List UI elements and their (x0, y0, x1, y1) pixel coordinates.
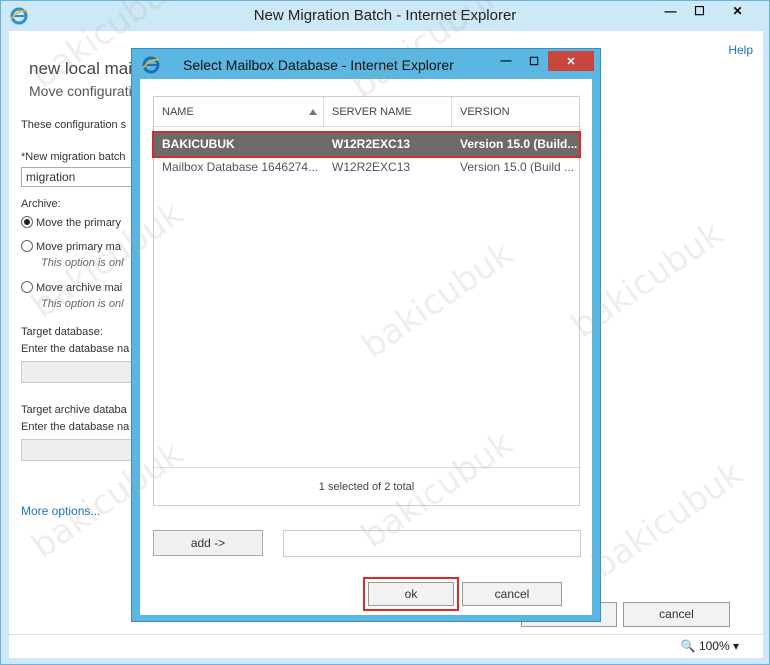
table-row[interactable]: Mailbox Database 1646274... W12R2EXC13 V… (154, 156, 579, 179)
add-button[interactable]: add -> (153, 530, 263, 556)
column-header-server[interactable]: SERVER NAME (324, 97, 452, 127)
close-button[interactable]: ✕ (714, 1, 761, 21)
radio-icon (21, 281, 33, 293)
cell-version: Version 15.0 (Build ... (460, 160, 575, 174)
table-row[interactable]: BAKICUBUK W12R2EXC13 Version 15.0 (Build… (152, 131, 581, 158)
dialog-minimize-button[interactable]: — (492, 51, 520, 71)
cell-server: W12R2EXC13 (332, 160, 411, 174)
cell-server: W12R2EXC13 (332, 137, 411, 151)
column-header-version[interactable]: VERSION (452, 97, 579, 127)
page-title: new local mai (29, 59, 132, 78)
zoom-control[interactable]: 🔍 100% ▾ (681, 639, 739, 653)
option-note: This option is onl (41, 298, 124, 310)
target-archive-label: Target archive databa (21, 404, 127, 416)
internet-explorer-icon (142, 56, 160, 77)
radio-move-archive[interactable]: Move archive mai (21, 281, 122, 294)
outer-title-bar: New Migration Batch - Internet Explorer … (1, 1, 769, 31)
radio-label: Move archive mai (36, 282, 123, 294)
radio-icon (21, 240, 33, 252)
archive-label: Archive: (21, 198, 61, 210)
dialog-title: Select Mailbox Database - Internet Explo… (183, 57, 454, 73)
page-subtitle: Move configurati (29, 83, 132, 99)
dialog-maximize-button[interactable]: ☐ (520, 51, 548, 71)
minimize-button[interactable]: — (656, 1, 685, 21)
maximize-button[interactable]: ☐ (685, 1, 714, 21)
zoom-level: 100% (698, 639, 730, 653)
status-bar: 🔍 100% ▾ (9, 634, 763, 658)
radio-move-primary[interactable]: Move the primary (21, 216, 121, 229)
radio-icon (21, 216, 33, 228)
table-header: NAME SERVER NAME VERSION (154, 97, 579, 127)
batch-name-label: *New migration batch (21, 151, 126, 163)
target-db-label: Target database: (21, 326, 103, 338)
select-mailbox-database-dialog: Select Mailbox Database - Internet Explo… (131, 48, 601, 622)
cancel-button[interactable]: cancel (623, 602, 730, 627)
cell-name: BAKICUBUK (162, 137, 235, 151)
dialog-body: NAME SERVER NAME VERSION BAKICUBUK W12R2… (140, 79, 592, 615)
target-db-hint: Enter the database na (21, 343, 130, 355)
column-header-name[interactable]: NAME (154, 97, 324, 127)
outer-window-title: New Migration Batch - Internet Explorer (253, 7, 517, 24)
database-table: NAME SERVER NAME VERSION BAKICUBUK W12R2… (152, 96, 581, 506)
radio-label: Move primary ma (36, 241, 121, 253)
column-label: NAME (162, 106, 194, 118)
sort-ascending-icon (309, 109, 317, 115)
dialog-cancel-button[interactable]: cancel (462, 582, 562, 606)
dialog-close-button[interactable]: ✕ (548, 51, 594, 71)
ok-button[interactable]: ok (363, 577, 459, 611)
cell-name: Mailbox Database 1646274... (162, 160, 319, 174)
more-options-link[interactable]: More options... (21, 504, 100, 518)
radio-move-primary-only[interactable]: Move primary ma (21, 240, 121, 253)
cell-version: Version 15.0 (Build... (460, 137, 578, 151)
dialog-title-bar: Select Mailbox Database - Internet Explo… (132, 49, 600, 79)
option-note: This option is onl (41, 257, 124, 269)
selection-status: 1 selected of 2 total (154, 467, 579, 505)
help-link[interactable]: Help (728, 43, 753, 57)
selected-database-field[interactable] (283, 530, 581, 557)
target-archive-hint: Enter the database na (21, 421, 130, 433)
intro-text: These configuration s (21, 119, 127, 131)
radio-label: Move the primary (36, 217, 121, 229)
